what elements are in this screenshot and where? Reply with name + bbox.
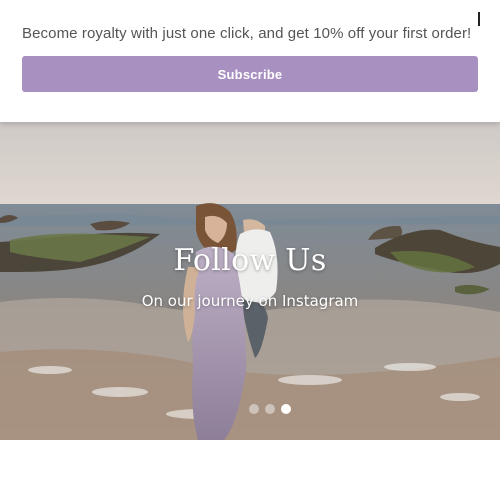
subscribe-button[interactable]: Subscribe — [22, 56, 478, 92]
slider-dot-3[interactable] — [281, 404, 291, 414]
hero-slider[interactable]: Follow Us On our journey on Instagram — [0, 122, 500, 440]
page: Become royalty with just one click, and … — [0, 0, 500, 500]
slider-dot-1[interactable] — [249, 404, 259, 414]
page-body — [0, 440, 500, 500]
promo-banner: Become royalty with just one click, and … — [0, 0, 500, 122]
slider-dot-2[interactable] — [265, 404, 275, 414]
hero-title: Follow Us — [173, 243, 327, 278]
hero-photo — [0, 122, 500, 440]
close-icon[interactable] — [478, 12, 480, 26]
slider-dots — [249, 404, 291, 414]
promo-text: Become royalty with just one click, and … — [22, 25, 472, 42]
hero-subtitle: On our journey on Instagram — [141, 292, 359, 310]
